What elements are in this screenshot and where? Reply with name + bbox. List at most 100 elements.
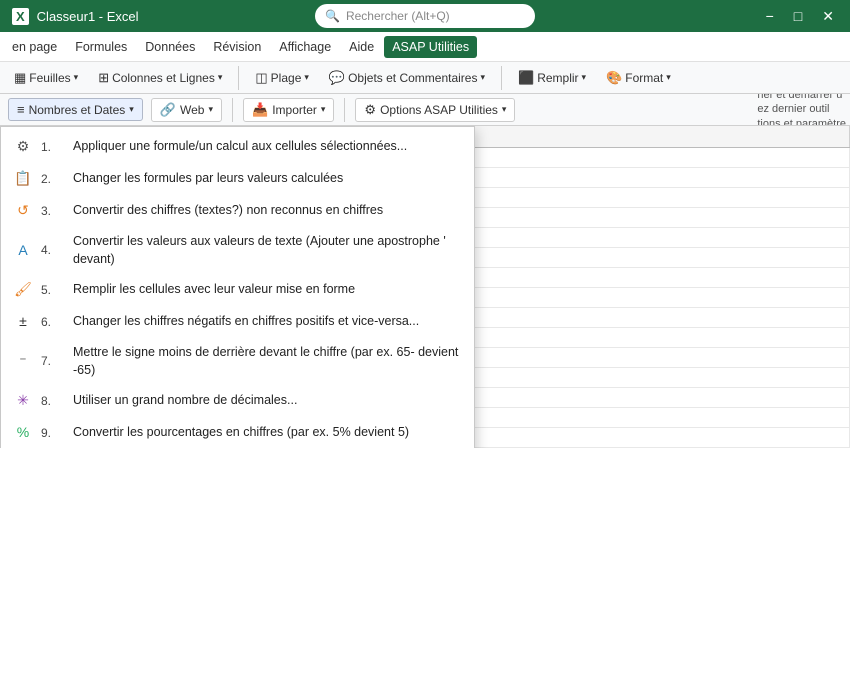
item-icon-6: ⁻	[13, 352, 33, 372]
format-icon: 🎨	[606, 70, 622, 86]
web-icon: 🔗	[160, 102, 176, 118]
item-icon-2: ↺	[13, 201, 33, 221]
item-num-7: 8.	[41, 393, 65, 410]
window-controls: − □ ✕	[762, 8, 838, 25]
remplir-caret: ▾	[582, 72, 587, 83]
menu-aide[interactable]: Aide	[341, 36, 382, 58]
list-item[interactable]: ↺ 3. Convertir des chiffres (textes?) no…	[1, 195, 474, 227]
importer-icon: 📥	[252, 102, 268, 118]
options-caret: ▾	[502, 104, 507, 115]
item-icon-7: ✳	[13, 391, 33, 411]
maximize-btn[interactable]: □	[790, 8, 806, 24]
nombres-icon: ≡	[17, 102, 25, 117]
menu-en-page[interactable]: en page	[4, 36, 65, 58]
colonnes-icon: ⊞	[98, 70, 109, 86]
dropdown-items-container: ⚙ 1. Appliquer une formule/un calcul aux…	[1, 131, 474, 448]
list-item[interactable]: ⁻ 7. Mettre le signe moins de derrière d…	[1, 338, 474, 385]
menu-bar: en page Formules Données Révision Affich…	[0, 32, 850, 62]
nombres-label: Nombres et Dates	[29, 103, 126, 117]
minimize-btn[interactable]: −	[762, 8, 778, 24]
options-icon: ⚙	[364, 102, 376, 118]
right-hint-3: tions et paramètre	[757, 117, 846, 125]
separator3	[232, 98, 233, 122]
right-hints: her et démarrer u ez dernier outil tions…	[757, 94, 850, 125]
importer-caret: ▾	[321, 104, 326, 115]
spreadsheet-area: D E F G 123456789101112131415 ⚙ 1. Appli…	[0, 126, 850, 448]
list-item[interactable]: % 9. Convertir les pourcentages en chiff…	[1, 417, 474, 448]
web-btn[interactable]: 🔗 Web ▾	[151, 98, 222, 122]
menu-asap[interactable]: ASAP Utilities	[384, 36, 477, 58]
item-text-6: Mettre le signe moins de derrière devant…	[73, 344, 462, 379]
dropdown-menu: ⚙ 1. Appliquer une formule/un calcul aux…	[0, 126, 475, 448]
search-icon: 🔍	[325, 9, 340, 23]
menu-revision[interactable]: Révision	[205, 36, 269, 58]
item-num-0: 1.	[41, 139, 65, 156]
item-icon-3: A	[13, 241, 33, 261]
list-item[interactable]: ✳ 8. Utiliser un grand nombre de décimal…	[1, 385, 474, 417]
separator4	[344, 98, 345, 122]
feuilles-label: Feuilles	[29, 71, 70, 85]
item-text-8: Convertir les pourcentages en chiffres (…	[73, 424, 409, 442]
search-placeholder: Rechercher (Alt+Q)	[346, 9, 450, 23]
objets-caret: ▾	[480, 72, 485, 83]
format-label: Format	[625, 71, 663, 85]
colonnes-btn[interactable]: ⊞ Colonnes et Lignes ▾	[92, 68, 228, 88]
asap-toolbar-row1: ▦ Feuilles ▾ ⊞ Colonnes et Lignes ▾ ◫ Pl…	[0, 62, 850, 94]
item-icon-4: 🖌	[13, 280, 33, 300]
plage-icon: ◫	[255, 70, 267, 86]
menu-affichage[interactable]: Affichage	[271, 36, 339, 58]
right-hint-2: ez dernier outil	[757, 102, 846, 116]
list-item[interactable]: ± 6. Changer les chiffres négatifs en ch…	[1, 306, 474, 338]
options-label: Options ASAP Utilities	[380, 103, 498, 117]
objets-icon: 💬	[329, 70, 345, 86]
app-icon: X	[12, 8, 29, 25]
options-btn[interactable]: ⚙ Options ASAP Utilities ▾	[355, 98, 515, 122]
menu-donnees[interactable]: Données	[137, 36, 203, 58]
separator2	[501, 66, 502, 90]
nombres-dates-btn[interactable]: ≡ Nombres et Dates ▾	[8, 98, 143, 121]
importer-btn[interactable]: 📥 Importer ▾	[243, 98, 334, 122]
item-num-5: 6.	[41, 314, 65, 331]
item-text-7: Utiliser un grand nombre de décimales...	[73, 392, 297, 410]
list-item[interactable]: 🖌 5. Remplir les cellules avec leur vale…	[1, 274, 474, 306]
feuilles-caret: ▾	[74, 72, 79, 83]
right-hint-1: her et démarrer u	[757, 94, 846, 102]
plage-btn[interactable]: ◫ Plage ▾	[249, 68, 315, 88]
plage-label: Plage	[271, 71, 302, 85]
remplir-btn[interactable]: ⬛ Remplir ▾	[512, 68, 592, 88]
importer-label: Importer	[272, 103, 317, 117]
item-icon-1: 📋	[13, 169, 33, 189]
search-bar[interactable]: 🔍 Rechercher (Alt+Q)	[315, 4, 535, 28]
item-num-2: 3.	[41, 203, 65, 220]
list-item[interactable]: ⚙ 1. Appliquer une formule/un calcul aux…	[1, 131, 474, 163]
format-btn[interactable]: 🎨 Format ▾	[600, 68, 677, 88]
colonnes-label: Colonnes et Lignes	[112, 71, 215, 85]
feuilles-icon: ▦	[14, 70, 26, 86]
colonnes-caret: ▾	[218, 72, 223, 83]
item-icon-0: ⚙	[13, 137, 33, 157]
item-num-1: 2.	[41, 171, 65, 188]
item-text-5: Changer les chiffres négatifs en chiffre…	[73, 313, 419, 331]
item-text-3: Convertir les valeurs aux valeurs de tex…	[73, 233, 462, 268]
objets-btn[interactable]: 💬 Objets et Commentaires ▾	[323, 68, 491, 88]
menu-formules[interactable]: Formules	[67, 36, 135, 58]
item-text-0: Appliquer une formule/un calcul aux cell…	[73, 138, 407, 156]
separator1	[238, 66, 239, 90]
item-text-1: Changer les formules par leurs valeurs c…	[73, 170, 343, 188]
objets-label: Objets et Commentaires	[348, 71, 477, 85]
feuilles-btn[interactable]: ▦ Feuilles ▾	[8, 68, 84, 88]
remplir-label: Remplir	[537, 71, 578, 85]
list-item[interactable]: 📋 2. Changer les formules par leurs vale…	[1, 163, 474, 195]
list-item[interactable]: A 4. Convertir les valeurs aux valeurs d…	[1, 227, 474, 274]
remplir-icon: ⬛	[518, 70, 534, 86]
item-num-4: 5.	[41, 282, 65, 299]
asap-toolbar-row2: ≡ Nombres et Dates ▾ 🔗 Web ▾ 📥 Importer …	[0, 94, 850, 126]
plage-caret: ▾	[304, 72, 309, 83]
title-bar: X Classeur1 - Excel 🔍 Rechercher (Alt+Q)…	[0, 0, 850, 32]
item-icon-8: %	[13, 423, 33, 443]
close-btn[interactable]: ✕	[818, 8, 838, 25]
item-icon-5: ±	[13, 312, 33, 332]
item-num-8: 9.	[41, 425, 65, 442]
item-num-6: 7.	[41, 353, 65, 370]
item-num-3: 4.	[41, 242, 65, 259]
